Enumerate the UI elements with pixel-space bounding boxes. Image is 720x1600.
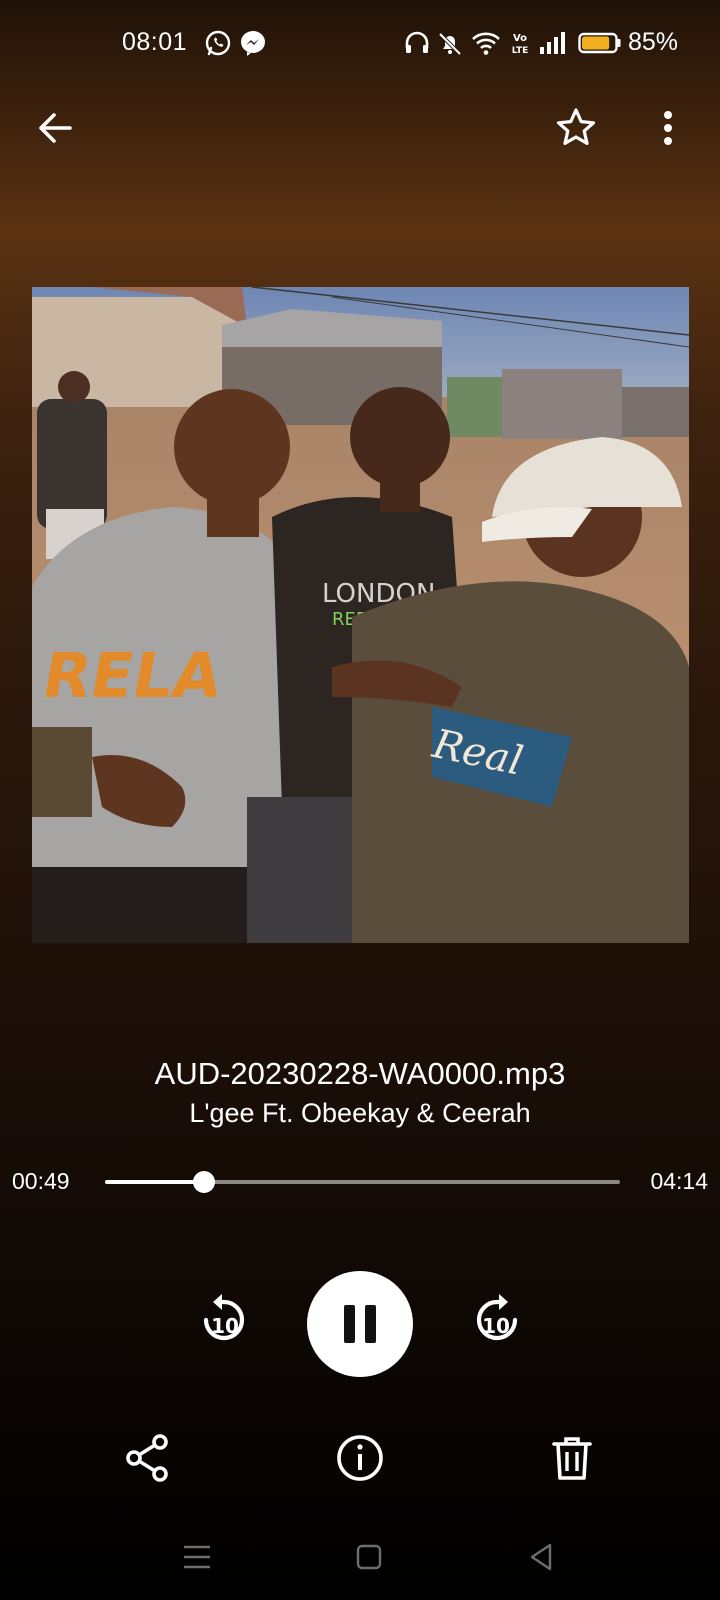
status-bar: 08:01 Vo LTE 85% <box>0 0 720 90</box>
status-time: 08:01 <box>122 28 188 56</box>
seek-bar-progress <box>105 1180 205 1184</box>
nav-recents-button[interactable] <box>180 1540 214 1574</box>
rewind-10-button[interactable]: 10 <box>192 1290 256 1354</box>
forward-10-button[interactable]: 10 <box>465 1290 529 1354</box>
total-duration: 04:14 <box>650 1168 708 1194</box>
album-art: RELA LONDON REP Real <box>32 287 689 943</box>
mute-bell-icon <box>435 28 465 58</box>
track-artist: L'gee Ft. Obeekay & Ceerah <box>189 1098 531 1128</box>
more-options-button[interactable] <box>640 100 696 156</box>
whatsapp-icon <box>203 28 233 58</box>
svg-text:RELA: RELA <box>37 639 228 711</box>
signal-icon <box>537 28 567 58</box>
info-button[interactable] <box>332 1430 388 1486</box>
recents-icon <box>184 1545 210 1569</box>
headphones-icon <box>402 28 432 58</box>
volte-icon: Vo LTE <box>505 28 535 58</box>
more-vert-icon <box>664 111 672 145</box>
replay-10-icon: 10 <box>203 1294 245 1341</box>
favorite-button[interactable] <box>548 100 604 156</box>
delete-icon <box>552 1437 592 1480</box>
battery-icon <box>578 28 622 58</box>
rewind-seconds-label: 10 <box>211 1314 239 1338</box>
messenger-icon <box>238 28 268 58</box>
svg-text:Vo: Vo <box>513 33 527 44</box>
track-title: AUD-20230228-WA0000.mp3 <box>154 1056 566 1091</box>
forward-seconds-label: 10 <box>482 1314 510 1338</box>
delete-button[interactable] <box>544 1430 600 1486</box>
battery-percent: 85% <box>628 28 679 56</box>
pause-button[interactable] <box>307 1271 413 1377</box>
back-button[interactable] <box>28 100 84 156</box>
home-icon <box>356 1544 382 1570</box>
seek-bar[interactable] <box>105 1171 620 1193</box>
nav-back-button[interactable] <box>524 1540 558 1574</box>
wifi-icon <box>471 28 501 58</box>
share-icon <box>126 1434 168 1482</box>
nav-home-button[interactable] <box>352 1540 386 1574</box>
back-icon <box>530 1543 552 1571</box>
pause-icon <box>344 1305 376 1343</box>
share-button[interactable] <box>120 1430 176 1486</box>
elapsed-time: 00:49 <box>12 1168 70 1194</box>
forward-10-icon: 10 <box>476 1294 518 1341</box>
arrow-left-icon <box>39 113 72 143</box>
star-outline-icon <box>556 108 596 145</box>
svg-text:LTE: LTE <box>512 46 529 56</box>
seek-thumb[interactable] <box>193 1171 216 1193</box>
info-icon <box>337 1435 383 1481</box>
